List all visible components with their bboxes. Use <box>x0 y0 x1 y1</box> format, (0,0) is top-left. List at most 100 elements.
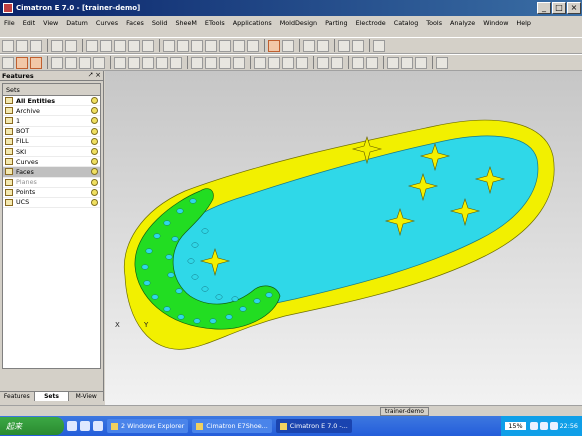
render-icon[interactable] <box>303 39 315 52</box>
undo-icon[interactable] <box>51 39 63 52</box>
analyze-icon[interactable] <box>436 56 448 69</box>
menu-analyze[interactable]: Analyze <box>450 19 475 27</box>
set-item[interactable]: All Entities <box>3 96 100 107</box>
close-button[interactable]: × <box>567 2 581 14</box>
visibility-bulb-icon[interactable] <box>91 137 98 145</box>
view-iso-icon[interactable] <box>163 39 175 52</box>
tab-m-view[interactable]: M-View <box>69 392 105 401</box>
arc-icon[interactable] <box>142 56 154 69</box>
draft-icon[interactable] <box>282 56 294 69</box>
visibility-bulb-icon[interactable] <box>91 127 98 135</box>
tab-sets[interactable]: Sets <box>34 392 70 401</box>
tools-icon[interactable] <box>352 39 364 52</box>
menu-curves[interactable]: Curves <box>96 19 118 27</box>
menu-molddesign[interactable]: MoldDesign <box>280 19 317 27</box>
light-icon[interactable] <box>317 39 329 52</box>
filter-icon[interactable] <box>16 56 28 69</box>
menu-solid[interactable]: Solid <box>152 19 168 27</box>
open-file-icon[interactable] <box>16 39 28 52</box>
view-back-icon[interactable] <box>247 39 259 52</box>
quicklaunch-media-icon[interactable] <box>93 421 103 431</box>
sphere-icon[interactable] <box>93 56 105 69</box>
shell-icon[interactable] <box>296 56 308 69</box>
shaded-icon[interactable] <box>268 39 280 52</box>
visibility-bulb-icon[interactable] <box>91 107 98 115</box>
menu-datum[interactable]: Datum <box>66 19 88 27</box>
surface-icon[interactable] <box>352 56 364 69</box>
loft-icon[interactable] <box>233 56 245 69</box>
redo-icon[interactable] <box>65 39 77 52</box>
view-top-icon[interactable] <box>177 39 189 52</box>
tray-volume-icon[interactable] <box>539 422 548 430</box>
set-item[interactable]: Archive <box>3 106 100 117</box>
chamfer-icon[interactable] <box>268 56 280 69</box>
rotate-icon[interactable] <box>142 39 154 52</box>
set-item[interactable]: FILL <box>3 137 100 147</box>
maximize-button[interactable]: □ <box>552 2 566 14</box>
menu-parting[interactable]: Parting <box>325 19 348 27</box>
menu-window[interactable]: Window <box>483 19 508 27</box>
graphics-viewport[interactable]: X Y <box>105 71 582 405</box>
tab-features[interactable]: Features <box>0 392 35 401</box>
set-item[interactable]: 1 <box>3 116 100 127</box>
select-icon[interactable] <box>2 56 14 69</box>
tray-network-icon[interactable] <box>529 422 538 430</box>
menu-etools[interactable]: ETools <box>205 19 225 27</box>
task-explorer[interactable]: 2 Windows Explorer <box>107 419 189 433</box>
menu-file[interactable]: File <box>4 19 15 27</box>
task-e7shoe[interactable]: Cimatron E7Shoe... <box>192 419 272 433</box>
boolean-add-icon[interactable] <box>317 56 329 69</box>
task-cimatron[interactable]: Cimatron E 7.0 -... <box>275 419 352 433</box>
start-button[interactable]: 起来 <box>0 417 64 435</box>
menu-edit[interactable]: Edit <box>23 19 35 27</box>
set-item[interactable]: SKI <box>3 147 100 158</box>
pick-icon[interactable] <box>30 56 42 69</box>
visibility-bulb-icon[interactable] <box>91 97 98 105</box>
visibility-bulb-icon[interactable] <box>91 188 98 196</box>
visibility-bulb-icon[interactable] <box>91 198 98 206</box>
visibility-bulb-icon[interactable] <box>91 178 98 186</box>
view-front-icon[interactable] <box>191 39 203 52</box>
menu-faces[interactable]: Faces <box>126 19 144 27</box>
menu-help[interactable]: Help <box>516 19 531 27</box>
view-right-icon[interactable] <box>205 39 217 52</box>
sweep-icon[interactable] <box>219 56 231 69</box>
set-item[interactable]: Faces <box>3 167 100 178</box>
pan-icon[interactable] <box>128 39 140 52</box>
visibility-bulb-icon[interactable] <box>91 158 98 166</box>
fillet-icon[interactable] <box>254 56 266 69</box>
measure-icon[interactable] <box>338 39 350 52</box>
visibility-bulb-icon[interactable] <box>91 117 98 125</box>
quicklaunch-ie-icon[interactable] <box>67 421 77 431</box>
revolve-icon[interactable] <box>205 56 217 69</box>
box-icon[interactable] <box>51 56 63 69</box>
cylinder-icon[interactable] <box>65 56 77 69</box>
set-item[interactable]: Planes <box>3 178 100 188</box>
blend-icon[interactable] <box>366 56 378 69</box>
view-left-icon[interactable] <box>219 39 231 52</box>
tray-security-icon[interactable] <box>549 422 558 430</box>
zoom-icon[interactable] <box>114 39 126 52</box>
menu-sheem[interactable]: SheeM <box>175 19 196 27</box>
point-icon[interactable] <box>114 56 126 69</box>
minimize-button[interactable]: _ <box>537 2 551 14</box>
menu-electrode[interactable]: Electrode <box>356 19 386 27</box>
spline-icon[interactable] <box>170 56 182 69</box>
menu-tools[interactable]: Tools <box>426 19 442 27</box>
set-item[interactable]: BOT <box>3 127 100 137</box>
set-item[interactable]: Points <box>3 188 100 198</box>
panel-controls[interactable]: ⭧ × <box>88 71 101 80</box>
save-file-icon[interactable] <box>30 39 42 52</box>
zoom-fit-icon[interactable] <box>86 39 98 52</box>
boolean-sub-icon[interactable] <box>331 56 343 69</box>
circle-icon[interactable] <box>156 56 168 69</box>
parting-icon[interactable] <box>401 56 413 69</box>
wireframe-icon[interactable] <box>282 39 294 52</box>
zoom-window-icon[interactable] <box>100 39 112 52</box>
help-icon[interactable] <box>373 39 385 52</box>
quicklaunch-desktop-icon[interactable] <box>80 421 90 431</box>
set-item[interactable]: UCS <box>3 198 100 209</box>
menu-applications[interactable]: Applications <box>233 19 272 27</box>
new-file-icon[interactable] <box>2 39 14 52</box>
cone-icon[interactable] <box>79 56 91 69</box>
